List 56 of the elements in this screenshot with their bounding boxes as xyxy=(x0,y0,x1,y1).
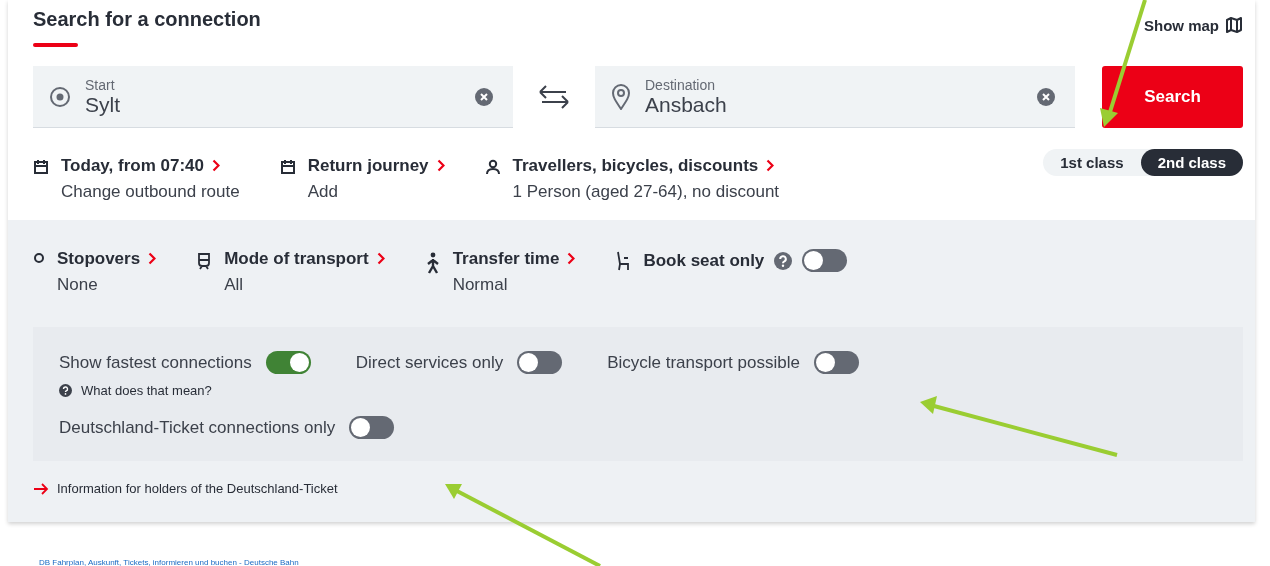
map-icon xyxy=(1225,16,1243,34)
calendar-icon xyxy=(33,159,49,175)
toggle-switch[interactable] xyxy=(802,249,848,272)
field-value: Ansbach xyxy=(645,92,728,117)
clear-icon[interactable] xyxy=(1037,87,1055,106)
toggle-label: Bicycle transport possible xyxy=(607,352,800,373)
chevron-right-icon xyxy=(766,159,775,172)
start-field[interactable]: Start Sylt xyxy=(33,66,513,128)
class-option[interactable]: 2nd class xyxy=(1140,149,1243,176)
target-icon xyxy=(49,85,71,108)
field-value: Sylt xyxy=(85,92,121,117)
person-icon xyxy=(484,159,501,175)
chevron-right-icon xyxy=(567,252,576,265)
page-title-link[interactable]: DB Fahrplan, Auskunft, Tickets, informieren und buchen - Deutsche Bahn xyxy=(39,558,299,566)
toggle-switch[interactable] xyxy=(813,351,859,374)
calendar-icon xyxy=(279,159,296,175)
chevron-right-icon xyxy=(148,252,157,265)
toggle-switch[interactable] xyxy=(265,351,311,374)
setting-label: Book seat only xyxy=(643,250,765,271)
toggle-label: Show fastest connections xyxy=(59,352,252,373)
chevron-right-icon xyxy=(376,252,385,265)
field-label: Destination xyxy=(645,76,717,93)
option-value: Change outbound route xyxy=(61,182,240,202)
info-link[interactable]: Information for holders of the Deutschland-Ticket xyxy=(57,481,338,496)
search-button[interactable]: Search xyxy=(1102,66,1243,128)
toggle-label: Deutschland-Ticket connections only xyxy=(59,417,336,438)
setting-value: Normal xyxy=(452,275,509,295)
chevron-right-icon xyxy=(211,159,220,172)
option-link[interactable]: Travellers, bicycles, discounts xyxy=(512,156,780,176)
toggle-switch[interactable] xyxy=(517,351,563,374)
clear-icon[interactable] xyxy=(475,87,493,106)
setting-value: All xyxy=(224,275,245,295)
option-value: Add xyxy=(307,182,339,202)
help-link[interactable]: What does that mean? xyxy=(81,383,212,398)
location-pin-icon xyxy=(611,83,631,110)
toggle-label: Direct services only xyxy=(355,352,504,373)
setting-link[interactable]: Transfer time xyxy=(452,249,576,269)
toggle-switch[interactable] xyxy=(349,416,395,439)
setting-link[interactable]: Mode of transport xyxy=(224,249,385,269)
swap-icon[interactable] xyxy=(536,83,572,111)
option-link[interactable]: Today, from 07:40 xyxy=(61,156,240,176)
circle-icon xyxy=(33,252,45,264)
setting-value: None xyxy=(57,275,99,295)
arrow-right-icon xyxy=(33,482,49,495)
page-title: Search for a connection xyxy=(33,8,261,31)
field-label: Start xyxy=(85,76,116,93)
chevron-right-icon xyxy=(436,159,445,172)
train-icon xyxy=(196,252,213,270)
destination-field[interactable]: Destination Ansbach xyxy=(595,66,1075,128)
help-icon[interactable] xyxy=(774,251,793,270)
class-option[interactable]: 1st class xyxy=(1043,149,1141,176)
help-icon xyxy=(59,384,72,397)
show-map-link[interactable]: Show map xyxy=(1136,16,1243,34)
option-value: 1 Person (aged 27-64), no discount xyxy=(512,182,780,202)
setting-link[interactable]: Stopovers xyxy=(57,249,157,269)
option-link[interactable]: Return journey xyxy=(307,156,445,176)
